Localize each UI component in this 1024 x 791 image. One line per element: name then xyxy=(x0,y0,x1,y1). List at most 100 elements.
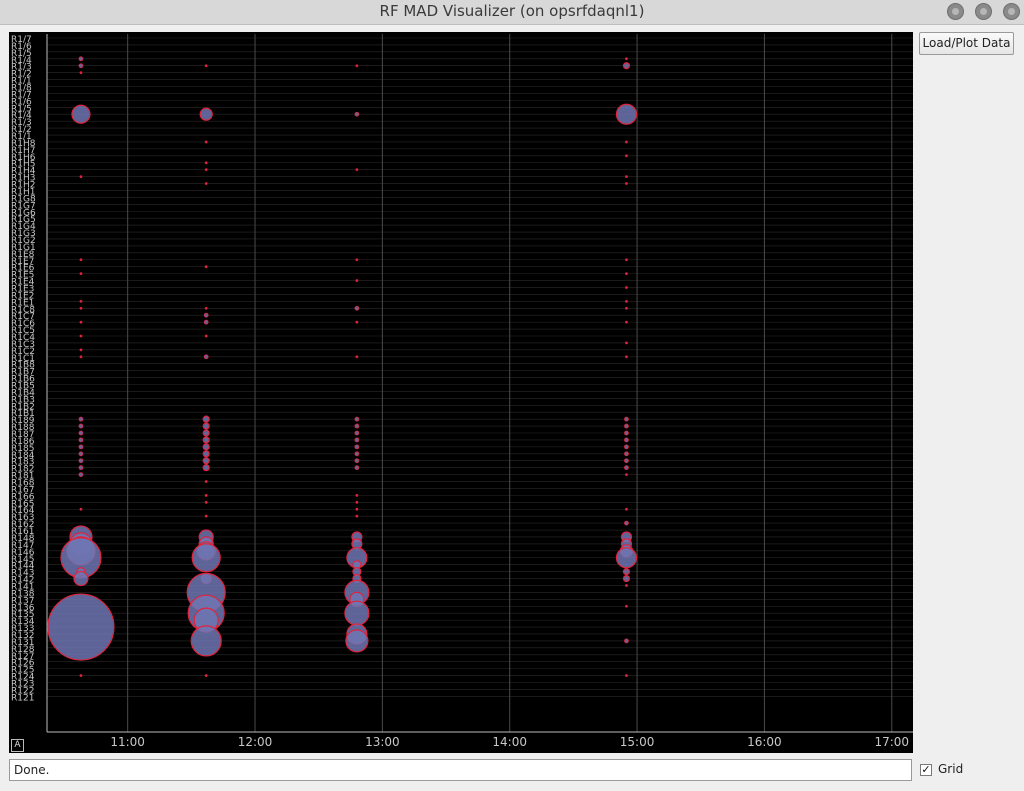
data-bubble xyxy=(354,305,360,311)
data-bubble xyxy=(355,507,359,511)
data-bubble xyxy=(625,341,628,345)
data-bubble xyxy=(78,437,84,443)
data-bubble xyxy=(624,437,629,443)
data-bubble xyxy=(78,465,84,471)
data-bubble xyxy=(354,444,360,450)
data-bubble xyxy=(345,629,369,653)
data-bubble xyxy=(355,258,359,262)
close-window-icon[interactable] xyxy=(1003,3,1020,20)
data-bubble xyxy=(78,451,84,457)
data-bubble xyxy=(625,473,628,476)
maximize-window-icon[interactable] xyxy=(975,3,992,20)
data-bubble xyxy=(354,458,360,464)
plot-canvas: 11:00 12:00 13:00 14:00 15:00 16:00 17:00R1/7R… xyxy=(11,34,913,749)
data-bubble xyxy=(202,464,210,472)
data-bubble xyxy=(625,320,628,324)
data-bubble xyxy=(625,154,628,158)
data-bubble xyxy=(355,168,359,172)
minimize-window-icon[interactable] xyxy=(947,3,964,20)
y-tick-label: R121 xyxy=(11,693,34,703)
data-bubble xyxy=(624,465,629,471)
x-tick-label: 11:00 xyxy=(110,735,145,749)
data-bubble xyxy=(624,430,629,436)
data-bubble xyxy=(622,568,631,576)
data-bubble xyxy=(624,638,629,644)
data-bubble xyxy=(202,429,210,437)
x-tick-label: 14:00 xyxy=(492,735,527,749)
data-bubble xyxy=(355,493,359,497)
data-bubble xyxy=(204,674,208,677)
data-bubble xyxy=(204,493,208,497)
bubble-plot[interactable]: 11:00 12:00 13:00 14:00 15:00 16:00 17:00 R1/7 R… xyxy=(9,32,913,753)
data-bubble xyxy=(204,182,208,185)
x-tick-label: 16:00 xyxy=(747,735,782,749)
data-bubble xyxy=(199,107,213,121)
data-bubble xyxy=(78,56,84,62)
data-bubble xyxy=(79,334,83,338)
data-bubble xyxy=(624,520,629,526)
data-bubble xyxy=(355,514,359,518)
data-bubble xyxy=(355,320,359,324)
data-bubble xyxy=(625,584,628,587)
data-bubble xyxy=(202,450,210,458)
grid-checkbox[interactable]: ✓ xyxy=(920,764,932,776)
data-bubble xyxy=(204,140,208,144)
data-bubble xyxy=(204,168,208,172)
data-bubble xyxy=(354,437,360,443)
x-tick-label: 13:00 xyxy=(365,735,400,749)
data-bubble xyxy=(625,507,628,511)
data-bubble xyxy=(47,593,115,661)
data-bubble xyxy=(204,500,208,504)
data-bubble xyxy=(79,348,83,352)
data-bubble xyxy=(191,543,221,573)
data-bubble xyxy=(203,312,209,318)
status-field[interactable]: Done. xyxy=(9,759,912,781)
data-bubble xyxy=(624,444,629,450)
data-bubble xyxy=(625,258,628,262)
data-bubble xyxy=(202,415,210,423)
axis-autoscale-icon[interactable]: A xyxy=(11,739,24,752)
data-bubble xyxy=(622,62,631,70)
data-bubble xyxy=(622,574,631,583)
data-bubble xyxy=(354,111,360,117)
grid-checkbox-label: Grid xyxy=(938,762,964,776)
data-bubble xyxy=(79,507,83,511)
x-tick-label: 17:00 xyxy=(874,735,909,749)
data-bubble xyxy=(78,430,84,436)
data-bubble xyxy=(79,258,83,262)
data-bubble xyxy=(204,480,208,483)
data-bubble xyxy=(79,71,83,75)
data-bubble xyxy=(355,64,359,68)
data-bubble xyxy=(79,320,83,324)
data-bubble xyxy=(71,104,91,124)
data-bubble xyxy=(625,306,628,310)
window-title: RF MAD Visualizer (on opsrfdaqnl1) xyxy=(379,2,645,20)
x-tick-label: 12:00 xyxy=(238,735,273,749)
data-bubble xyxy=(79,299,83,303)
load-plot-data-button[interactable]: Load/Plot Data xyxy=(919,32,1014,55)
data-bubble xyxy=(355,279,359,282)
data-bubble xyxy=(624,416,629,422)
data-bubble xyxy=(79,355,83,359)
data-bubble xyxy=(78,444,84,450)
data-bubble xyxy=(344,600,370,626)
data-bubble xyxy=(354,465,360,471)
data-bubble xyxy=(625,140,628,144)
data-bubble xyxy=(625,175,628,179)
data-bubble xyxy=(354,416,360,422)
data-bubble xyxy=(190,625,222,657)
data-bubble xyxy=(79,306,83,310)
data-bubble xyxy=(354,451,360,457)
data-bubble xyxy=(354,430,360,436)
data-bubble xyxy=(204,161,208,165)
data-bubble xyxy=(624,458,629,464)
data-bubble xyxy=(625,674,628,677)
data-bubble xyxy=(204,306,208,310)
data-bubble xyxy=(615,103,638,125)
data-bubble xyxy=(79,272,83,276)
data-bubble xyxy=(624,451,629,457)
data-bubble xyxy=(204,334,208,338)
data-bubble xyxy=(625,299,628,303)
data-bubble xyxy=(625,182,628,185)
x-tick-label: 15:00 xyxy=(620,735,655,749)
